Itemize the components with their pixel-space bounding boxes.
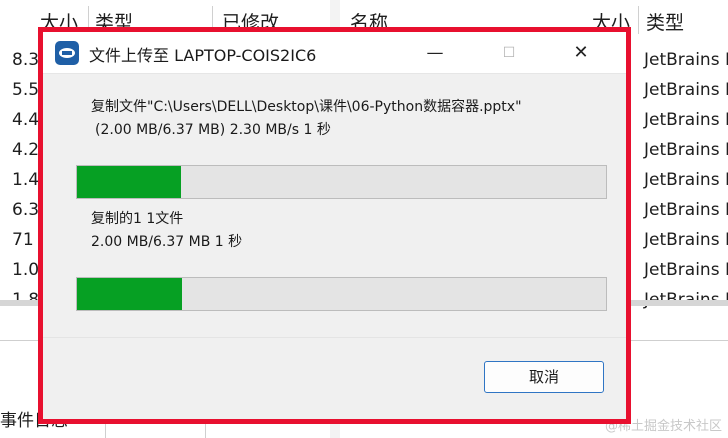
file-size-cell[interactable]: 1.0 xyxy=(12,260,39,280)
file-size-cell[interactable]: 6.3 xyxy=(12,200,39,220)
file-size-cell[interactable]: 4.4 xyxy=(12,110,39,130)
column-separator[interactable] xyxy=(638,6,639,34)
file-size-cell[interactable]: 1.4 xyxy=(12,170,39,190)
upload-dialog: 文件上传至 LAPTOP-COIS2IC6 — ☐ ✕ 复制文件"C:\User… xyxy=(43,32,626,419)
screen: 大小 类型 已修改 名称 大小 类型 8.3 5.5 4.4 4.2 1.4 6… xyxy=(0,0,728,438)
file-size-cell[interactable]: 4.2 xyxy=(12,140,39,160)
file-type-cell[interactable]: JetBrains P xyxy=(644,170,728,190)
total-progress-fill xyxy=(77,278,182,310)
file-size-cell[interactable]: 8.3 xyxy=(12,50,39,70)
file-type-cell[interactable]: JetBrains P xyxy=(644,200,728,220)
file-progress-fill xyxy=(77,166,181,198)
file-size-cell[interactable]: 71 xyxy=(12,230,34,250)
cancel-button[interactable]: 取消 xyxy=(484,361,604,393)
current-file-label: 复制文件"C:\Users\DELL\Desktop\课件\06-Python数… xyxy=(91,99,522,115)
current-file-stats: (2.00 MB/6.37 MB) 2.30 MB/s 1 秒 xyxy=(95,122,331,138)
teamviewer-icon xyxy=(55,41,79,65)
file-progress-bar xyxy=(76,165,607,199)
file-size-cell[interactable]: 5.5 xyxy=(12,80,39,100)
file-type-cell[interactable]: JetBrains P xyxy=(644,110,728,130)
file-type-cell[interactable]: JetBrains P xyxy=(644,260,728,280)
total-files-stats: 2.00 MB/6.37 MB 1 秒 xyxy=(91,234,243,250)
file-type-cell[interactable]: JetBrains P xyxy=(644,230,728,250)
total-files-label: 复制的1 1文件 xyxy=(91,211,184,227)
minimize-button[interactable]: — xyxy=(412,32,458,74)
dialog-titlebar[interactable]: 文件上传至 LAPTOP-COIS2IC6 — ☐ ✕ xyxy=(43,32,626,74)
close-button[interactable]: ✕ xyxy=(558,32,604,74)
maximize-button[interactable]: ☐ xyxy=(486,32,532,74)
file-type-cell[interactable]: JetBrains P xyxy=(644,80,728,100)
file-type-cell[interactable]: JetBrains P xyxy=(644,140,728,160)
dialog-title: 文件上传至 LAPTOP-COIS2IC6 xyxy=(89,46,317,65)
column-header-type[interactable]: 类型 xyxy=(646,8,684,38)
total-progress-bar xyxy=(76,277,607,311)
file-type-cell[interactable]: JetBrains P xyxy=(644,50,728,70)
